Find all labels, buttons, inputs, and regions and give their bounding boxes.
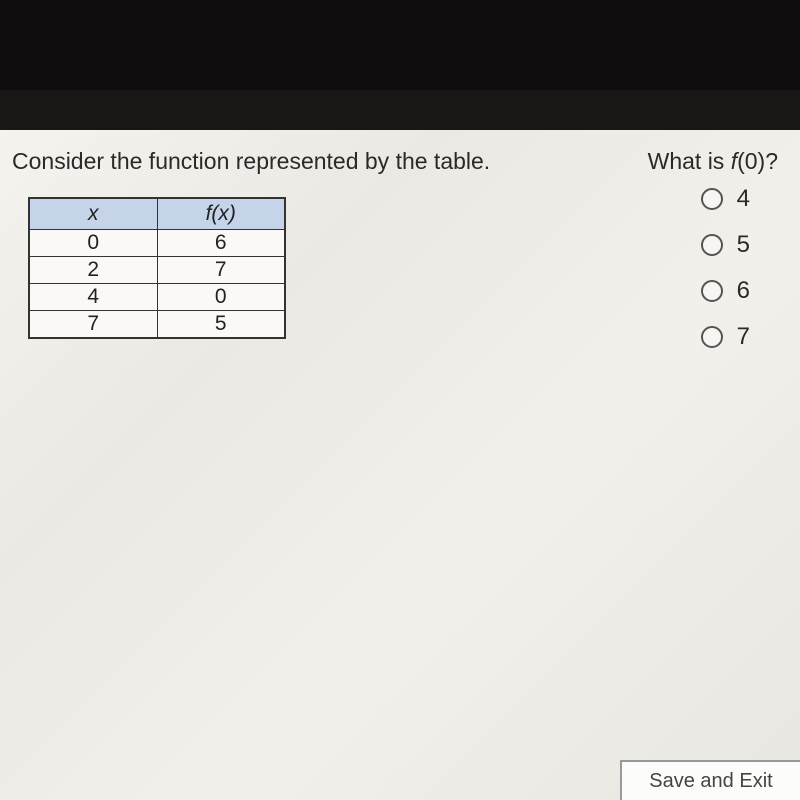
question-text: What is f(0)? [648, 148, 778, 175]
radio-icon[interactable] [701, 234, 723, 256]
table-row: 0 6 [29, 230, 285, 257]
table-cell-fx: 0 [157, 284, 285, 311]
footer-bar: Save and Exit [620, 760, 800, 800]
option-5[interactable]: 5 [701, 231, 750, 259]
answer-options: 4 5 6 7 [701, 185, 750, 351]
table-header-fx: f(x) [157, 198, 285, 230]
table-header-x: x [29, 198, 157, 230]
question-prefix: What is [648, 148, 731, 174]
table-cell-x: 2 [29, 257, 157, 284]
radio-icon[interactable] [701, 326, 723, 348]
option-label: 5 [737, 231, 750, 259]
option-label: 7 [737, 323, 750, 351]
save-and-exit-button[interactable]: Save and Exit [649, 770, 772, 793]
table-cell-fx: 7 [157, 257, 285, 284]
question-panel: Consider the function represented by the… [0, 130, 800, 800]
table-cell-fx: 5 [157, 311, 285, 339]
table-cell-x: 4 [29, 284, 157, 311]
option-label: 6 [737, 277, 750, 305]
table-row: 4 0 [29, 284, 285, 311]
option-4[interactable]: 4 [701, 185, 750, 213]
option-7[interactable]: 7 [701, 323, 750, 351]
table-cell-fx: 6 [157, 230, 285, 257]
question-argument: (0)? [737, 148, 778, 174]
tab-strip [0, 90, 800, 130]
option-label: 4 [737, 185, 750, 213]
table-row: 2 7 [29, 257, 285, 284]
option-6[interactable]: 6 [701, 277, 750, 305]
radio-icon[interactable] [701, 188, 723, 210]
function-table: x f(x) 0 6 2 7 4 0 7 5 [28, 197, 286, 339]
table-row: 7 5 [29, 311, 285, 339]
table-cell-x: 0 [29, 230, 157, 257]
radio-icon[interactable] [701, 280, 723, 302]
window-chrome-top [0, 0, 800, 130]
table-cell-x: 7 [29, 311, 157, 339]
